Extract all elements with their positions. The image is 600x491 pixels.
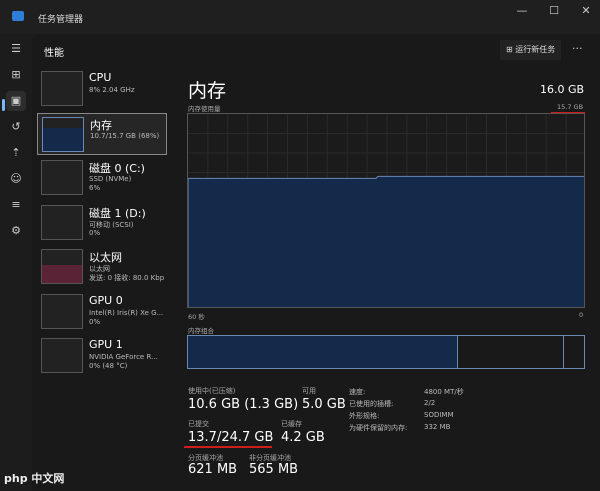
device-thumbnail [41,338,83,373]
detail-label: 为硬件保留的内存: [349,424,408,432]
run-task-icon: ⊞ [506,45,516,54]
detail-value: 2/2 [424,399,436,407]
available-value: 5.0 GB [302,397,346,412]
device-detail: 发送: 0 接收: 80.0 Kbp [89,274,165,282]
memory-usage-graph [188,114,584,307]
details-icon[interactable]: ≡ [6,195,26,215]
detail-value: 4800 MT/秒 [424,388,464,396]
device-thumbnail [41,71,83,106]
annotation-underline-committed [184,446,272,448]
available-label: 可用 [302,387,316,395]
close-button[interactable]: ✕ [576,4,596,17]
device-name: 磁盘 1 (D:) [89,206,146,220]
device-thumbnail [41,249,83,284]
run-new-task-button[interactable]: ⊞ 运行新任务 [500,40,562,60]
processes-icon[interactable]: ⊞ [6,65,26,85]
free-segment[interactable] [566,336,584,368]
device-item[interactable]: 磁盘 0 (C:) SSD (NVMe) 6% [37,157,167,199]
device-name: GPU 1 [89,338,123,351]
selected-indicator [2,99,5,111]
device-item[interactable]: 磁盘 1 (D:) 可移动 (SCSI) 0% [37,202,167,244]
detail-label: 速度: [349,388,366,396]
device-name: 内存 [90,118,112,132]
more-options-button[interactable]: ··· [572,42,583,55]
memory-usage-area [188,175,584,307]
detail-label: 外形规格: [349,412,380,420]
device-name: 磁盘 0 (C:) [89,162,145,175]
device-detail: NVIDIA GeForce R... [89,353,158,361]
device-thumbnail [42,116,84,152]
device-detail: 8% 2.04 GHz [89,86,135,94]
paged-pool-value: 621 MB [188,462,238,477]
startup-icon[interactable]: ⇡ [6,143,26,163]
device-item[interactable]: CPU 8% 2.04 GHz [37,68,167,110]
device-thumbnail [41,160,83,195]
device-detail: 0% [89,317,101,326]
committed-label: 已提交 [188,420,209,428]
device-name: CPU [89,71,112,84]
window-title: 任务管理器 [38,15,84,25]
in-use-label: 使用中(已压缩) [188,387,236,395]
device-detail: SSD (NVMe) [89,175,132,183]
cached-value: 4.2 GB [281,430,325,445]
detail-value: 332 MB [424,423,451,431]
device-detail: 10.7/15.7 GB (68%) [90,131,160,140]
device-detail: Intel(R) Iris(R) Xe G... [89,308,164,317]
in-use-segment[interactable] [188,336,458,368]
title-bar [0,0,600,34]
app-icon [12,11,24,21]
memory-title: 内存 [188,80,227,102]
device-thumbnail [41,204,83,240]
device-item[interactable]: 以太网 以太网 发送: 0 接收: 80.0 Kbp [37,246,167,288]
memory-composition-bar [187,335,585,369]
watermark: php 中文网 [4,472,65,485]
maximize-button[interactable]: ☐ [544,4,564,17]
performance-icon[interactable]: ▣ [6,91,26,111]
device-detail: 6% [89,184,101,192]
in-use-value: 10.6 GB (1.3 GB) [188,397,299,412]
device-thumbnail [41,293,83,329]
time-left-label: 60 秒 [188,313,205,321]
services-icon[interactable]: ⚙ [6,221,26,241]
memory-total: 16.0 GB [540,83,585,96]
time-right-label: 0 [579,311,584,319]
device-name: GPU 0 [89,293,123,307]
history-icon[interactable]: ↺ [6,117,26,137]
device-item[interactable]: 内存 10.7/15.7 GB (68%) [37,112,167,155]
page-title: 性能 [44,48,64,59]
memory-usage-chart [187,113,585,308]
cached-label: 已缓存 [281,420,302,428]
device-item[interactable]: GPU 1 NVIDIA GeForce R... 0% (48 °C) [37,335,167,377]
committed-value: 13.7/24.7 GB [188,430,274,445]
run-task-label: 运行新任务 [515,45,556,54]
users-icon[interactable]: ☺ [6,169,26,189]
standby-segment[interactable] [460,336,564,368]
detail-value: SODIMM [424,411,454,419]
composition-label: 内存组合 [188,327,214,335]
usage-max: 15.7 GB [557,103,584,111]
device-name: 以太网 [89,251,122,264]
device-detail: 0% [89,228,101,237]
usage-label: 内存使用量 [188,105,221,113]
nonpaged-pool-value: 565 MB [249,462,299,477]
hamburger-icon[interactable]: ☰ [6,39,26,59]
device-item[interactable]: GPU 0 Intel(R) Iris(R) Xe G... 0% [37,291,167,333]
device-detail: 0% (48 °C) [89,362,128,370]
detail-label: 已使用的插槽: [349,400,394,408]
minimize-button[interactable]: — [512,4,532,17]
